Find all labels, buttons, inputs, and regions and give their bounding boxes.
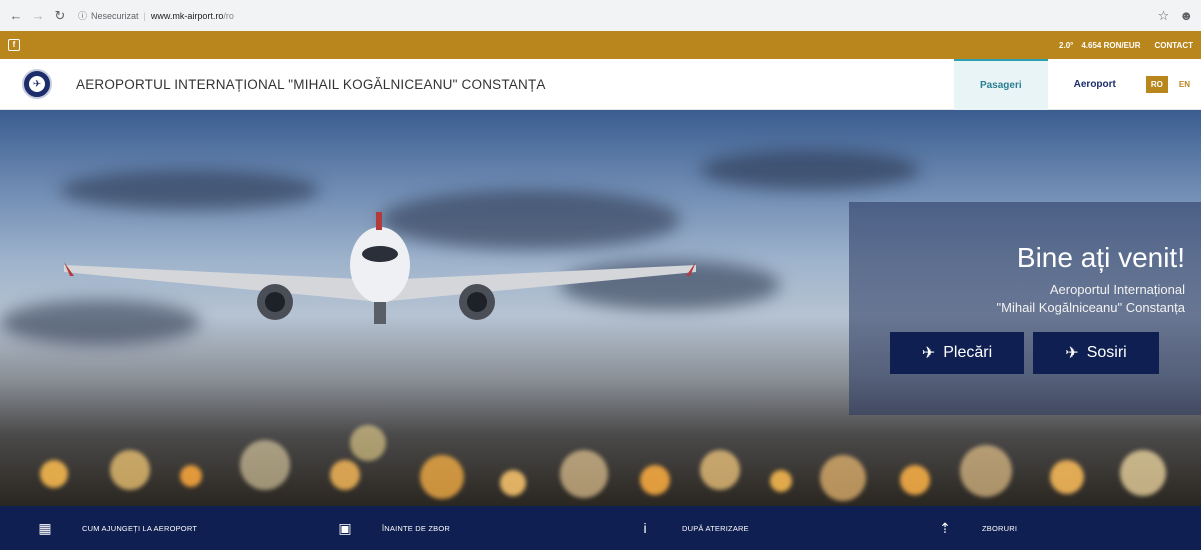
url-path: /ro [223,10,234,21]
reload-icon[interactable]: ↻ [52,8,68,24]
forward-arrow-icon[interactable]: → [30,8,46,24]
bottom-nav-item-before-flight[interactable]: ▣ ÎNAINTE DE ZBOR [300,520,600,537]
main-nav: Pasageri Aeroport RO EN [953,58,1201,110]
lang-ro-button[interactable]: RO [1145,75,1168,93]
welcome-panel: Bine ați venit! Aeroportul Internațional… [849,202,1201,415]
nav-tab-passengers[interactable]: Pasageri [953,58,1048,110]
welcome-line-1: Aeroportul Internațional [1049,282,1185,297]
landing-icon: ✈ [1065,345,1079,362]
bottom-nav-item-after-landing[interactable]: i DUPĂ ATERIZARE [600,520,900,536]
bottom-nav-label: ÎNAINTE DE ZBOR [382,523,451,533]
exchange-rate: 4.654 RON/EUR [1081,40,1141,50]
plane-icon: ✈ [29,76,45,92]
bottom-nav-label: CUM AJUNGEȚI LA AEROPORT [82,523,198,533]
weather-temp: 2.0° [1059,40,1074,50]
site-title[interactable]: AEROPORTUL INTERNAȚIONAL "MIHAIL KOGĂLNI… [76,77,546,92]
arrivals-button[interactable]: ✈ Sosiri [1033,332,1159,374]
info-icon[interactable]: ⓘ [78,9,87,22]
takeoff-icon: ✈ [921,345,936,362]
departures-label: Plecări [943,344,993,361]
bus-icon: ▦ [38,519,52,536]
language-switcher: RO EN [1142,59,1201,110]
welcome-title: Bine ați venit! [1016,242,1185,273]
welcome-line-2: "Mihail Kogălniceanu" Constanța [996,300,1185,315]
url-host: www.mk-airport.ro [150,10,224,21]
bottom-nav: ▦ CUM AJUNGEȚI LA AEROPORT ▣ ÎNAINTE DE … [0,506,1201,550]
airport-logo[interactable]: ✈ [22,69,52,99]
site-header: ✈ AEROPORTUL INTERNAȚIONAL "MIHAIL KOGĂL… [0,58,1201,110]
arrivals-label: Sosiri [1086,344,1127,361]
airplane-image [64,212,696,324]
departures-button[interactable]: ✈ Plecări [890,332,1024,374]
bottom-nav-item-flights[interactable]: ⇡ ZBORURI [900,520,1200,537]
bottom-nav-label: ZBORURI [982,523,1018,533]
lang-en-button[interactable]: EN [1174,76,1195,93]
separator: | [143,10,146,21]
account-icon[interactable]: ☻ [1179,8,1193,23]
luggage-icon: ▣ [338,519,352,536]
browser-toolbar: ← → ↻ ⓘ Nesecurizat | www.mk-airport.ro /… [0,0,1201,31]
signpost-icon: ⇡ [939,519,951,536]
back-arrow-icon[interactable]: ← [8,8,24,24]
security-label: Nesecurizat [91,10,139,21]
star-icon[interactable]: ☆ [1158,8,1170,24]
bottom-nav-label: DUPĂ ATERIZARE [682,523,749,533]
top-strip: f 2.0° 4.654 RON/EUR CONTACT [0,31,1201,59]
hero-banner: Bine ați venit! Aeroportul Internațional… [0,110,1201,506]
nav-tab-airport[interactable]: Aeroport [1048,59,1142,110]
contact-link[interactable]: CONTACT [1154,41,1193,50]
welcome-subtitle: Aeroportul Internațional "Mihail Kogălni… [997,281,1185,317]
address-bar[interactable]: ⓘ Nesecurizat | www.mk-airport.ro/ro [78,6,234,26]
facebook-icon[interactable]: f [8,39,20,51]
bottom-nav-item-getting-here[interactable]: ▦ CUM AJUNGEȚI LA AEROPORT [0,520,300,537]
info-icon: i [643,520,647,536]
